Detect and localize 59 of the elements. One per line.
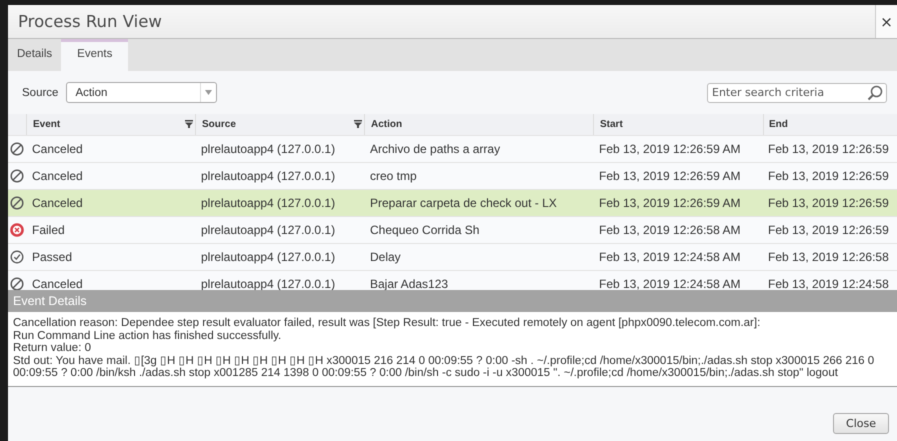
table-cell-text: Bajar Adas123	[369, 276, 450, 290]
table-cell-text: Feb 13, 2019 12:24:58 AM	[598, 276, 742, 290]
cancel-icon	[10, 142, 24, 156]
close-button[interactable]: ×	[875, 5, 897, 38]
column-header[interactable]: Action	[364, 114, 593, 135]
cancel-icon	[10, 196, 24, 210]
table-cell-text: plrelautoapp4 (127.0.0.1)	[200, 222, 336, 239]
tab[interactable]: Details	[8, 39, 62, 71]
section-header: Event Details	[8, 290, 897, 312]
table-cell-text: plrelautoapp4 (127.0.0.1)	[200, 168, 336, 185]
table-cell-text: Feb 13, 2019 12:26:59 AM	[598, 194, 742, 212]
source-dropdown[interactable]: Action	[66, 82, 218, 103]
window-title: Process Run View	[17, 11, 163, 33]
table-cell-text: Feb 13, 2019 12:26:58	[767, 248, 890, 266]
table-cell-text: Canceled	[31, 140, 84, 158]
table-cell-text: Preparar carpeta de check out - LX	[369, 194, 558, 212]
table-cell-text: Feb 13, 2019 12:26:59	[767, 168, 890, 185]
cancel-icon	[10, 276, 24, 290]
table-cell-text: Feb 13, 2019 12:26:58 AM	[598, 222, 742, 239]
detail-text: Cancellation reason: Dependee step result evaluator failed, result was [Step Result: true - Executed remotely on agent [phpx0090.telecom.com.ar]:	[13, 317, 762, 330]
error-icon	[10, 222, 24, 237]
table-row[interactable]: Canceled plrelautoapp4 (127.0.0.1) Preparar carpeta de check out - LX Feb 13, 2019 12:26:59 AM Feb 13, 2019 12:26:59	[8, 190, 897, 217]
table-cell-text: plrelautoapp4 (127.0.0.1)	[200, 140, 336, 158]
cancel-icon	[10, 168, 24, 183]
table-cell-text: plrelautoapp4 (127.0.0.1)	[200, 276, 336, 290]
source-label: Source	[22, 86, 58, 98]
column-header[interactable]: Start	[593, 114, 763, 135]
table-cell-text: Feb 13, 2019 12:26:59	[767, 140, 890, 158]
detail-text: Std out: You have mail. ▯[3g ▯H ▯H ▯H ▯H ▯H ▯H ▯H ▯H ▯H x300015 216 214 0 00:09:55 ? 0:00 -sh . ~/.profile;cd /home/x300015/bin;./adas.sh stop x300015 266 216 0 00:09:55 ? 0:00 /bin/ksh ./adas.sh stop x001285 214 1398 0 00:09:55 ? 0:00 /bin/sh -c sudo -i -u x300015 ". ~/.profile;cd /home/x300015/bin;./adas.sh stop" logout	[13, 354, 876, 380]
filter-icon	[354, 120, 362, 128]
table-cell-text: creo tmp	[369, 168, 418, 185]
table-cell-text: Feb 13, 2019 12:26:59 AM	[598, 168, 742, 185]
table-cell-text: Delay	[369, 248, 402, 266]
table-cell-text: Chequeo Corrida Sh	[369, 222, 480, 239]
table-cell-text: Feb 13, 2019 12:26:59 AM	[598, 140, 742, 158]
detail-text: Run Command Line action has finished successfully.	[13, 330, 282, 342]
table-cell-text: Feb 13, 2019 12:26:59	[767, 194, 890, 212]
check-circle-icon	[10, 250, 24, 264]
detail-text: Return value: 0	[13, 342, 92, 355]
table-cell-text: Feb 13, 2019 12:24:58	[767, 276, 890, 290]
caret-icon	[205, 90, 212, 95]
column-header[interactable]: Source	[195, 114, 364, 135]
close-button[interactable]: Close	[833, 412, 889, 434]
search-icon	[867, 84, 883, 100]
search-field[interactable]: Enter search criteria	[707, 82, 887, 102]
table-cell-text: Feb 13, 2019 12:24:58 AM	[598, 248, 742, 266]
table-cell-text: Failed	[31, 222, 66, 239]
table-cell-text: Feb 13, 2019 12:26:59	[767, 222, 890, 239]
table-cell-text: plrelautoapp4 (127.0.0.1)	[200, 248, 336, 266]
table-cell-text: Canceled	[31, 168, 84, 185]
table-cell-text: Archivo de paths a array	[369, 140, 502, 158]
table-cell-text: Canceled	[31, 194, 84, 212]
table-cell-text: Canceled	[31, 276, 84, 290]
column-header[interactable]: Event	[26, 114, 195, 135]
table-cell-text: plrelautoapp4 (127.0.0.1)	[200, 194, 336, 212]
tab[interactable]: Events	[61, 39, 128, 71]
filter-icon	[185, 120, 193, 128]
table-cell-text: Passed	[31, 248, 74, 266]
column-header[interactable]: End	[763, 114, 897, 135]
